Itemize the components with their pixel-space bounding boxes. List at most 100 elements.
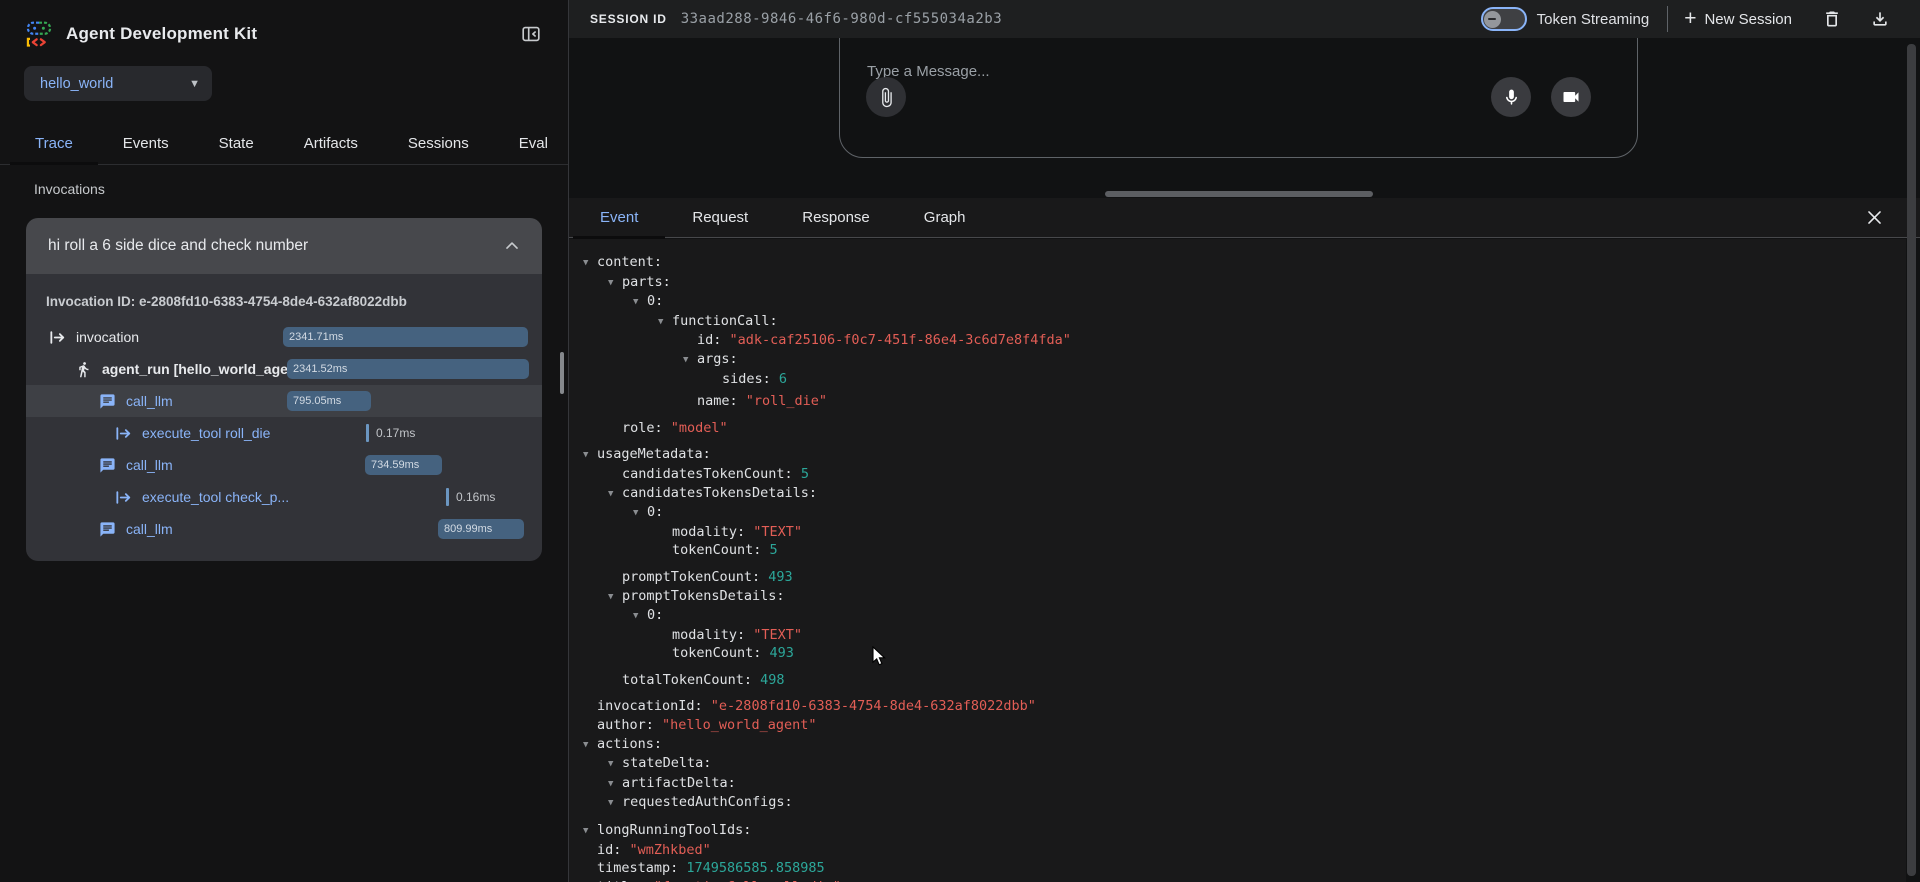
invocation-prompt-header[interactable]: hi roll a 6 side dice and check number (26, 218, 542, 274)
json-value: "roll_die" (738, 393, 827, 409)
json-collapse-arrow-icon[interactable]: ▼ (608, 274, 622, 293)
json-key: tokenCount: (672, 645, 761, 661)
enter-arrow-icon (112, 425, 134, 442)
chat-icon (96, 393, 118, 410)
json-node: ▼parts: (583, 273, 1906, 293)
trace-span-row[interactable]: agent_run [hello_world_agent]2341.52ms (26, 353, 542, 385)
json-collapse-arrow-icon[interactable]: ▼ (633, 607, 647, 626)
trace-duration-bar: 809.99ms (438, 519, 524, 539)
detail-tab-graph[interactable]: Graph (897, 198, 993, 238)
trace-span-row[interactable]: call_llm734.59ms (26, 449, 542, 481)
json-key: promptTokenCount: (622, 569, 760, 585)
json-value: "model" (663, 420, 728, 436)
trace-span-label: call_llm (126, 457, 173, 473)
json-node: invocationId: "e-2808fd10-6383-4754-8de4… (583, 697, 1906, 716)
sidebar-tab-eval[interactable]: Eval (494, 123, 573, 164)
json-node: ▼actions: (583, 735, 1906, 755)
session-id-label: SESSION ID (590, 12, 667, 26)
json-collapse-arrow-icon[interactable]: ▼ (583, 446, 597, 465)
adk-web-app: Agent Development Kit hello_world ▼ Trac… (0, 0, 1920, 882)
json-key: timestamp: (597, 860, 678, 876)
app-title: Agent Development Kit (66, 24, 257, 44)
session-id-value: 33aad288-9846-46f6-980d-cf555034a2b3 (681, 11, 1002, 27)
app-select-dropdown[interactable]: hello_world ▼ (24, 66, 212, 101)
trace-span-row[interactable]: execute_tool check_p...0.16ms (26, 481, 542, 513)
json-value: "wmZhkbed" (621, 842, 710, 858)
new-session-button[interactable]: + New Session (1684, 10, 1792, 28)
json-collapse-arrow-icon[interactable]: ▼ (608, 775, 622, 794)
json-key: 0: (647, 504, 663, 520)
chat-icon (96, 521, 118, 538)
json-collapse-arrow-icon[interactable]: ▼ (608, 485, 622, 504)
sidebar-tab-sessions[interactable]: Sessions (383, 123, 494, 164)
json-collapse-arrow-icon[interactable]: ▼ (608, 588, 622, 607)
json-node: tokenCount: 5 (583, 541, 1906, 560)
json-key: modality: (672, 524, 745, 540)
collapse-sidebar-icon[interactable] (520, 23, 542, 45)
trace-duration-text: 0.17ms (376, 426, 415, 440)
json-node: totalTokenCount: 498 (583, 671, 1906, 690)
event-json-viewer: ▼content:▼parts:▼0:▼functionCall:id: "ad… (569, 239, 1906, 882)
sidebar-tab-artifacts[interactable]: Artifacts (279, 123, 383, 164)
video-button[interactable] (1551, 77, 1591, 117)
json-node: promptTokenCount: 493 (583, 568, 1906, 587)
delete-session-button[interactable] (1822, 9, 1842, 29)
sidebar-tab-events[interactable]: Events (98, 123, 194, 164)
vertical-scrollbar-thumb[interactable] (1907, 44, 1916, 876)
json-node: author: "hello_world_agent" (583, 716, 1906, 735)
microphone-button[interactable] (1491, 77, 1531, 117)
json-collapse-arrow-icon[interactable]: ▼ (633, 504, 647, 523)
json-collapse-arrow-icon[interactable]: ▼ (658, 313, 672, 332)
adk-robot-logo-icon (24, 19, 54, 49)
attach-file-button[interactable] (866, 77, 906, 117)
sidebar-tab-state[interactable]: State (194, 123, 279, 164)
json-key: promptTokensDetails: (622, 588, 785, 604)
chevron-up-icon[interactable] (502, 236, 522, 256)
agent-run-icon (72, 361, 94, 378)
trace-span-row[interactable]: call_llm809.99ms (26, 513, 542, 545)
json-node: ▼0: (583, 292, 1906, 312)
horizontal-scrollbar-thumb[interactable] (1105, 191, 1373, 197)
json-collapse-arrow-icon[interactable]: ▼ (608, 755, 622, 774)
message-input-box[interactable]: Type a Message... (839, 38, 1638, 158)
trace-span-row[interactable]: invocation2341.71ms (26, 321, 542, 353)
json-collapse-arrow-icon[interactable]: ▼ (583, 254, 597, 273)
json-collapse-arrow-icon[interactable]: ▼ (583, 822, 597, 841)
json-node: candidatesTokenCount: 5 (583, 465, 1906, 484)
trace-duration-bar: 795.05ms (287, 391, 371, 411)
trace-span-label: execute_tool roll_die (142, 425, 270, 441)
sidebar-tab-trace[interactable]: Trace (10, 123, 98, 164)
trace-duration-bar (366, 424, 369, 442)
json-collapse-arrow-icon[interactable]: ▼ (683, 351, 697, 370)
json-key: usageMetadata: (597, 446, 711, 462)
json-value: 493 (761, 645, 794, 661)
top-bar-actions: Token Streaming + New Session (1481, 6, 1890, 32)
json-node: id: "wmZhkbed" (583, 841, 1906, 860)
close-detail-panel-icon[interactable] (1865, 208, 1884, 227)
plus-icon: + (1684, 10, 1696, 28)
trace-span-label: call_llm (126, 393, 173, 409)
json-collapse-arrow-icon[interactable]: ▼ (633, 293, 647, 312)
trace-span-row[interactable]: execute_tool roll_die 0.17ms (26, 417, 542, 449)
json-node: ▼artifactDelta: (583, 774, 1906, 794)
detail-tab-response[interactable]: Response (775, 198, 897, 238)
trace-span-label: execute_tool check_p... (142, 489, 289, 505)
trace-span-label: invocation (76, 329, 139, 345)
sidebar: Agent Development Kit hello_world ▼ Trac… (0, 0, 568, 882)
enter-arrow-icon (46, 329, 68, 346)
json-key: content: (597, 254, 662, 270)
detail-tab-request[interactable]: Request (665, 198, 775, 238)
detail-tab-event[interactable]: Event (573, 198, 665, 238)
trace-span-row[interactable]: call_llm 795.05ms (26, 385, 542, 417)
json-node: ▼requestedAuthConfigs: (583, 793, 1906, 813)
json-node: ▼0: (583, 503, 1906, 523)
json-value: "hello_world_agent" (654, 717, 817, 733)
json-node: tokenCount: 493 (583, 644, 1906, 663)
token-streaming-toggle[interactable] (1481, 7, 1527, 31)
json-collapse-arrow-icon[interactable]: ▼ (583, 736, 597, 755)
sidebar-scrollbar-thumb[interactable] (560, 352, 564, 394)
json-key: parts: (622, 274, 671, 290)
json-collapse-arrow-icon[interactable]: ▼ (608, 794, 622, 813)
json-key: id: (597, 842, 621, 858)
export-session-button[interactable] (1870, 9, 1890, 29)
